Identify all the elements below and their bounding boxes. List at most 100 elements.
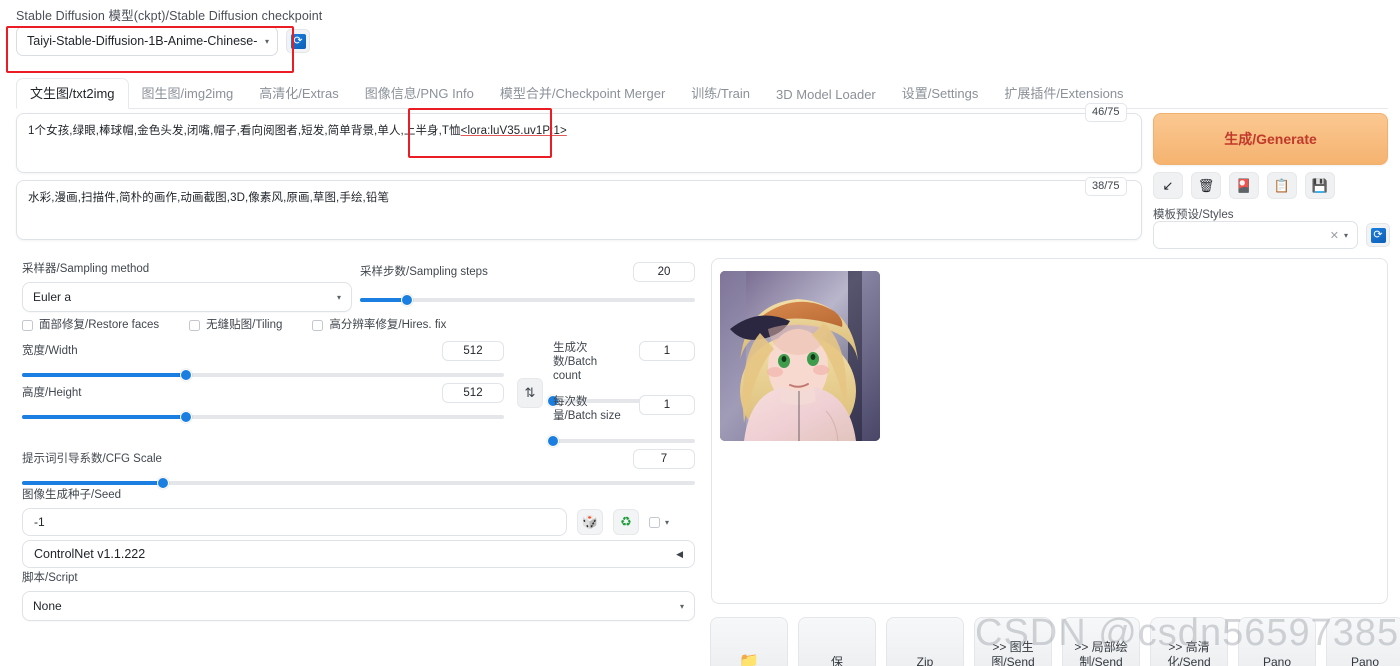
folder-icon: 📁 — [739, 653, 759, 666]
positive-prompt-box[interactable]: 1个女孩,绿眼,棒球帽,金色头发,闭嘴,帽子,看向阅图者,短发,简单背景,单人,… — [16, 113, 1142, 173]
sampling-steps-value[interactable]: 20 — [633, 262, 695, 282]
batch-size-group: 每次数量/Batch size 1 — [553, 395, 695, 443]
seed-input[interactable]: -1 — [22, 508, 567, 536]
script-select[interactable]: None ▾ — [22, 591, 695, 621]
checkpoint-select[interactable]: Taiyi-Stable-Diffusion-1B-Anime-Chinese-… — [16, 26, 278, 56]
send-to-extras-line2: 化/Send — [1167, 655, 1210, 666]
checkbox-icon — [189, 320, 200, 331]
trash-icon[interactable]: 🗑 — [1191, 172, 1221, 199]
styles-select[interactable]: ✕ ▾ — [1153, 221, 1358, 249]
tiling-checkbox[interactable]: 无缝贴图/Tiling — [189, 318, 282, 332]
send-to-img2img-button[interactable]: >> 图生 图/Send — [974, 617, 1052, 666]
restore-faces-checkbox[interactable]: 面部修复/Restore faces — [22, 318, 159, 332]
height-value[interactable]: 512 — [442, 383, 504, 403]
send-to-extras-button[interactable]: >> 高清 化/Send — [1150, 617, 1228, 666]
checkpoint-value: Taiyi-Stable-Diffusion-1B-Anime-Chinese- — [27, 34, 257, 48]
tab-png-info[interactable]: 图像信息/PNG Info — [352, 80, 487, 108]
controlnet-accordion[interactable]: ControlNet v1.1.222 ◀ — [22, 540, 695, 568]
send-to-inpaint-line2: 制/Send — [1079, 655, 1122, 666]
sampling-steps-group: 采样步数/Sampling steps 20 — [360, 262, 695, 302]
recycle-icon[interactable]: ♻ — [613, 509, 639, 535]
zip-button[interactable]: Zip — [886, 617, 964, 666]
negative-token-counter: 38/75 — [1085, 177, 1127, 196]
batch-count-value[interactable]: 1 — [639, 341, 695, 361]
tab-extras[interactable]: 高清化/Extras — [246, 80, 351, 108]
chevron-down-icon[interactable]: ▾ — [665, 518, 669, 527]
tab-3d-model-loader[interactable]: 3D Model Loader — [763, 84, 889, 108]
cfg-scale-value[interactable]: 7 — [633, 449, 695, 469]
batch-size-slider[interactable] — [553, 439, 695, 443]
result-gallery-panel — [711, 258, 1388, 604]
generated-image-content — [720, 271, 880, 441]
arrow-restore-icon[interactable]: ↙ — [1153, 172, 1183, 199]
pano-button-2-line2: Pano — [1351, 655, 1379, 666]
generated-image[interactable] — [720, 271, 880, 441]
width-group: 宽度/Width 512 — [22, 341, 504, 377]
clipboard-icon[interactable]: 📋 — [1267, 172, 1297, 199]
refresh-icon: ⟳ — [1371, 228, 1386, 243]
checkbox-icon — [312, 320, 323, 331]
send-buttons-row: 📁 保 Zip >> 图生 图/Send >> 局部绘 制/Send >> 高清… — [710, 617, 1400, 666]
positive-prompt-lora: <lora:luV35.uv1P:1> — [461, 125, 567, 137]
save-button[interactable]: 保 — [798, 617, 876, 666]
clear-styles-icon[interactable]: ✕ — [1330, 229, 1339, 242]
tiling-label: 无缝贴图/Tiling — [206, 318, 282, 332]
prompt-tools-row: ↙ 🗑 🎴 📋 💾 — [1153, 172, 1335, 199]
negative-prompt-text: 水彩,漫画,扫描件,简朴的画作,动画截图,3D,像素风,原画,草图,手绘,铅笔 — [28, 190, 1131, 206]
cfg-scale-slider[interactable] — [22, 481, 695, 485]
checkpoint-row: Taiyi-Stable-Diffusion-1B-Anime-Chinese-… — [16, 26, 436, 56]
seed-label: 图像生成种子/Seed — [22, 488, 695, 502]
batch-count-label: 生成次数/Batch count — [553, 341, 625, 383]
send-to-pano-button-2[interactable]: Pano — [1326, 617, 1400, 666]
script-label: 脚本/Script — [22, 571, 695, 585]
sampling-method-group: 采样器/Sampling method Euler a ▾ — [22, 262, 352, 312]
extra-seed-checkbox[interactable] — [649, 517, 660, 528]
send-to-inpaint-button[interactable]: >> 局部绘 制/Send — [1062, 617, 1140, 666]
send-to-inpaint-line1: >> 局部绘 — [1074, 640, 1127, 655]
open-folder-button[interactable]: 📁 — [710, 617, 788, 666]
positive-prompt-main: 1个女孩,绿眼,棒球帽,金色头发,闭嘴,帽子,看向阅图者,短发,简单背景,单人,… — [28, 125, 461, 137]
tab-txt2img[interactable]: 文生图/txt2img — [16, 78, 129, 109]
sampling-method-label: 采样器/Sampling method — [22, 262, 352, 276]
tab-checkpoint-merger[interactable]: 模型合并/Checkpoint Merger — [487, 80, 678, 108]
dice-icon[interactable]: 🎲 — [577, 509, 603, 535]
hires-fix-checkbox[interactable]: 高分辨率修复/Hires. fix — [312, 318, 446, 332]
save-button-line2: 保 — [831, 655, 843, 666]
tab-img2img[interactable]: 图生图/img2img — [129, 80, 247, 108]
sampling-steps-slider[interactable] — [360, 298, 695, 302]
sampling-method-select[interactable]: Euler a ▾ — [22, 282, 352, 312]
styles-row: ✕ ▾ ⟳ — [1153, 221, 1390, 249]
sampling-method-value: Euler a — [33, 290, 71, 304]
send-to-pano-button-1[interactable]: Pano — [1238, 617, 1316, 666]
width-value[interactable]: 512 — [442, 341, 504, 361]
stable-diffusion-webui: Stable Diffusion 模型(ckpt)/Stable Diffusi… — [0, 0, 1400, 666]
extra-networks-icon[interactable]: 🎴 — [1229, 172, 1259, 199]
cfg-scale-group: 提示词引导系数/CFG Scale 7 — [22, 449, 695, 485]
height-slider[interactable] — [22, 415, 504, 419]
script-group: 脚本/Script None ▾ — [22, 571, 695, 621]
hires-fix-label: 高分辨率修复/Hires. fix — [329, 318, 446, 332]
checkbox-icon — [22, 320, 33, 331]
chevron-down-icon: ▾ — [265, 37, 269, 46]
styles-label: 模板预设/Styles — [1153, 206, 1234, 222]
batch-count-group: 生成次数/Batch count 1 — [553, 341, 695, 403]
refresh-checkpoints-button[interactable]: ⟳ — [286, 29, 310, 53]
negative-prompt-box[interactable]: 水彩,漫画,扫描件,简朴的画作,动画截图,3D,像素风,原画,草图,手绘,铅笔 — [16, 180, 1142, 240]
refresh-styles-button[interactable]: ⟳ — [1366, 223, 1390, 247]
send-to-extras-line1: >> 高清 — [1168, 640, 1209, 655]
swap-dimensions-button[interactable]: ⇅ — [517, 378, 543, 408]
chevron-down-icon: ▾ — [337, 293, 341, 302]
tab-train[interactable]: 训练/Train — [678, 80, 763, 108]
width-slider[interactable] — [22, 373, 504, 377]
refresh-icon: ⟳ — [291, 34, 306, 49]
positive-token-counter: 46/75 — [1085, 103, 1127, 122]
save-style-icon[interactable]: 💾 — [1305, 172, 1335, 199]
generate-button[interactable]: 生成/Generate — [1153, 113, 1388, 165]
send-to-img2img-line2: 图/Send — [991, 655, 1034, 666]
sampling-steps-label: 采样步数/Sampling steps — [360, 265, 488, 279]
batch-size-value[interactable]: 1 — [639, 395, 695, 415]
tab-settings[interactable]: 设置/Settings — [889, 80, 992, 108]
pano-button-1-line2: Pano — [1263, 655, 1291, 666]
chevron-left-icon: ◀ — [676, 549, 683, 560]
checkpoint-header: Stable Diffusion 模型(ckpt)/Stable Diffusi… — [16, 8, 436, 56]
